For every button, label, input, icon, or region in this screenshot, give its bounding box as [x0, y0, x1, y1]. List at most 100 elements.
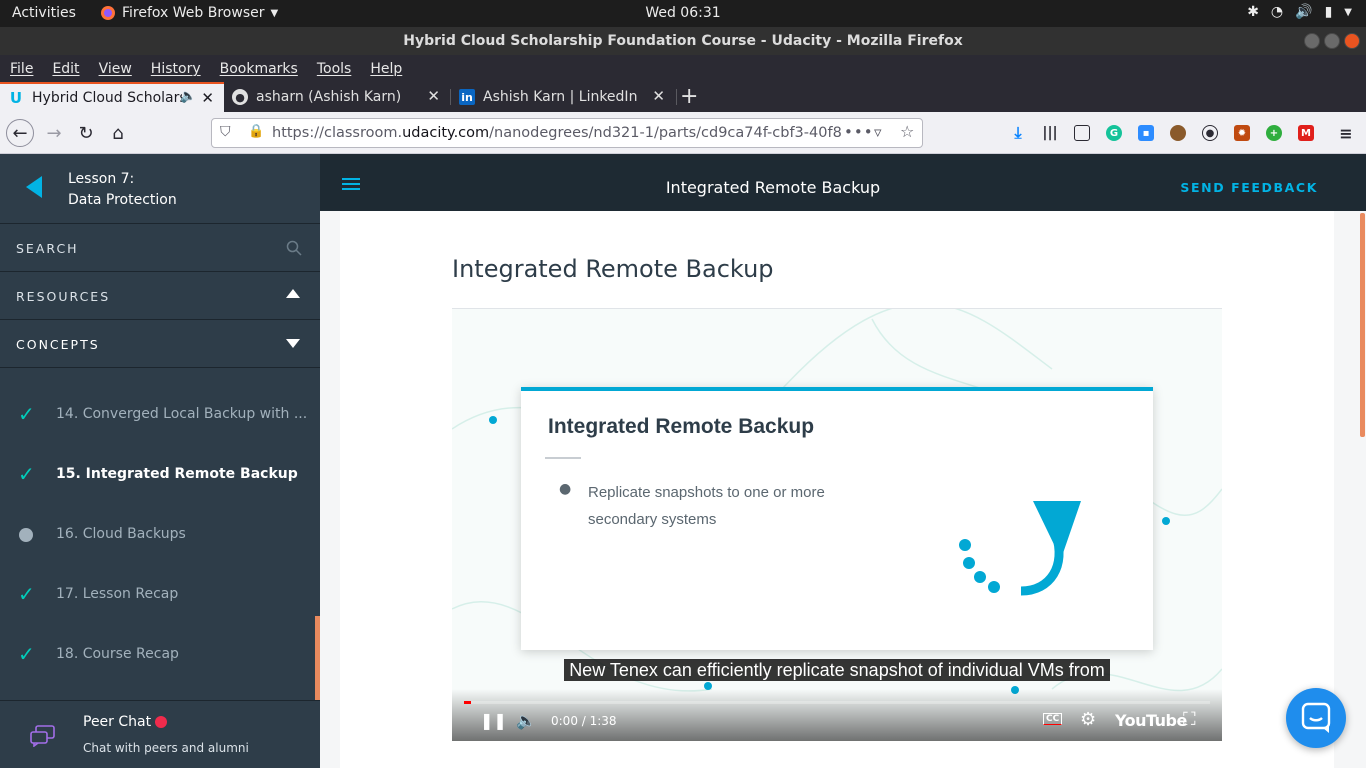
concept-item[interactable]: ✓ 14. Converged Local Backup with ...: [0, 384, 316, 444]
progress-bar[interactable]: [464, 701, 1210, 704]
system-top-bar: Activities Firefox Web Browser ▼ Wed 06:…: [0, 0, 1366, 27]
minimize-button[interactable]: [1304, 33, 1320, 49]
close-tab-icon[interactable]: ✕: [427, 87, 440, 105]
url-text[interactable]: https://classroom.udacity.com/nanodegree…: [272, 125, 842, 141]
system-tray[interactable]: ✱ ◔ 🔊 ▮ ▼: [1247, 4, 1352, 20]
menu-help[interactable]: Help: [370, 61, 402, 77]
volume-icon[interactable]: 🔈: [516, 711, 536, 730]
fullscreen-icon[interactable]: ⛶: [1183, 709, 1196, 730]
battery-icon[interactable]: ▮: [1325, 4, 1333, 20]
menu-bookmarks[interactable]: Bookmarks: [220, 61, 298, 77]
back-icon[interactable]: ←: [6, 119, 34, 147]
video-controls: ❚❚ 🔈 0:00 / 1:38 CC ⚙ YouTube ⛶: [452, 689, 1222, 741]
extension-gear-icon[interactable]: ✹: [1234, 125, 1250, 141]
concepts-label: CONCEPTS: [16, 337, 100, 352]
send-feedback-button[interactable]: SEND FEEDBACK: [1180, 180, 1318, 195]
cookie-icon[interactable]: [1170, 125, 1186, 141]
slide-title: Integrated Remote Backup: [548, 415, 815, 438]
tab-linkedin[interactable]: in Ashish Karn | LinkedIn ✕: [451, 82, 675, 112]
settings-gear-icon[interactable]: ⚙: [1080, 709, 1096, 730]
check-icon: ✓: [18, 462, 35, 486]
menu-view[interactable]: View: [99, 61, 132, 77]
close-window-button[interactable]: [1344, 33, 1360, 49]
chevron-up-icon[interactable]: [286, 289, 300, 298]
extension-plus-icon[interactable]: +: [1266, 125, 1282, 141]
concepts-row[interactable]: CONCEPTS: [0, 320, 320, 368]
concept-item[interactable]: ✓ 17. Lesson Recap: [0, 564, 316, 624]
search-icon[interactable]: [286, 240, 302, 256]
app-menu-label: Firefox Web Browser: [122, 5, 265, 21]
progress-fill: [464, 701, 472, 704]
concept-label: 17. Lesson Recap: [56, 586, 179, 602]
back-arrow-icon[interactable]: [26, 176, 42, 198]
clock[interactable]: Wed 06:31: [645, 5, 720, 21]
chevron-down-icon[interactable]: [286, 339, 300, 348]
github-icon: ●: [232, 89, 248, 105]
peer-chat-title: Peer Chat: [83, 714, 152, 730]
menu-history[interactable]: History: [151, 61, 201, 77]
maximize-button[interactable]: [1324, 33, 1340, 49]
download-icon[interactable]: ⤓: [1010, 123, 1026, 142]
volume-icon[interactable]: 🔊: [1295, 4, 1312, 20]
concept-label: 16. Cloud Backups: [56, 526, 186, 542]
bookmark-star-icon[interactable]: ☆: [900, 122, 914, 141]
concept-item-active[interactable]: ✓ 15. Integrated Remote Backup: [0, 444, 316, 504]
close-tab-icon[interactable]: ✕: [652, 87, 665, 105]
closed-captions-icon[interactable]: CC: [1043, 713, 1063, 725]
mendeley-icon[interactable]: M: [1298, 125, 1314, 141]
sidebar-icon[interactable]: [1074, 125, 1090, 141]
tab-label: asharn (Ashish Karn): [256, 89, 402, 105]
window-titlebar: Hybrid Cloud Scholarship Foundation Cour…: [0, 27, 1366, 55]
window-title: Hybrid Cloud Scholarship Foundation Cour…: [403, 33, 963, 49]
replicate-arrow-icon: [959, 501, 1081, 596]
menu-tools[interactable]: Tools: [317, 61, 352, 77]
concept-label: 18. Course Recap: [56, 646, 179, 662]
hamburger-menu-icon[interactable]: ≡: [1338, 124, 1354, 143]
navigation-toolbar: ← → ↻ ⌂ ⛉ 🔒 https://classroom.udacity.co…: [0, 112, 1366, 154]
zoom-icon[interactable]: ▪: [1138, 125, 1154, 141]
menu-file[interactable]: File: [10, 61, 33, 77]
tracking-shield-icon[interactable]: ⛉: [220, 124, 231, 140]
concept-item[interactable]: ✓ 18. Course Recap: [0, 624, 316, 684]
more-actions-icon[interactable]: •••: [844, 123, 874, 141]
slack-icon[interactable]: ✱: [1247, 4, 1259, 20]
concept-label: 14. Converged Local Backup with ...: [56, 406, 308, 422]
chevron-down-icon[interactable]: ▼: [1344, 7, 1352, 20]
grammarly-icon[interactable]: G: [1106, 125, 1122, 141]
new-tab-icon[interactable]: +: [680, 84, 698, 109]
lock-icon[interactable]: 🔒: [248, 124, 264, 139]
main-content: Integrated Remote Backup Integrated Remo…: [320, 211, 1366, 768]
lesson-number: Lesson 7:: [68, 171, 135, 187]
library-icon[interactable]: |||: [1042, 125, 1058, 141]
pocket-icon[interactable]: ▿: [874, 123, 882, 141]
reload-icon[interactable]: ↻: [72, 119, 100, 147]
check-icon: ✓: [18, 582, 35, 606]
tab-udacity[interactable]: U Hybrid Cloud Scholars 🔈 ✕: [0, 82, 224, 112]
concept-title: Integrated Remote Backup: [665, 178, 881, 197]
close-tab-icon[interactable]: ✕: [201, 89, 214, 107]
wifi-icon[interactable]: ◔: [1271, 4, 1283, 20]
app-menu[interactable]: Firefox Web Browser ▼: [100, 5, 278, 21]
lesson-header[interactable]: Lesson 7: Data Protection: [0, 154, 320, 224]
account-icon[interactable]: ●: [1202, 125, 1218, 141]
home-icon[interactable]: ⌂: [104, 119, 132, 147]
forward-icon[interactable]: →: [40, 119, 68, 147]
menu-edit[interactable]: Edit: [52, 61, 79, 77]
scrollbar-thumb[interactable]: [1360, 213, 1365, 437]
peer-chat[interactable]: Peer Chat Chat with peers and alumni: [0, 700, 320, 768]
resources-row[interactable]: RESOURCES: [0, 272, 320, 320]
chevron-down-icon: ▼: [270, 7, 279, 19]
concept-item[interactable]: 16. Cloud Backups: [0, 504, 316, 564]
pause-icon[interactable]: ❚❚: [480, 711, 507, 730]
search-label: SEARCH: [16, 241, 79, 256]
intercom-chat-button[interactable]: [1286, 688, 1346, 748]
slide-bullet: Replicate snapshots to one or more secon…: [588, 484, 825, 528]
search-row[interactable]: SEARCH: [0, 224, 320, 272]
youtube-logo[interactable]: YouTube: [1115, 711, 1187, 730]
tab-github[interactable]: ● asharn (Ashish Karn) ✕: [224, 82, 450, 112]
url-bar[interactable]: ⛉ 🔒 https://classroom.udacity.com/nanode…: [211, 118, 923, 148]
video-player[interactable]: Integrated Remote Backup ● Replicate sna…: [452, 309, 1222, 741]
page-scrollbar[interactable]: [1358, 211, 1366, 768]
activities-button[interactable]: Activities: [12, 5, 76, 21]
speaker-icon[interactable]: 🔈: [180, 89, 196, 104]
